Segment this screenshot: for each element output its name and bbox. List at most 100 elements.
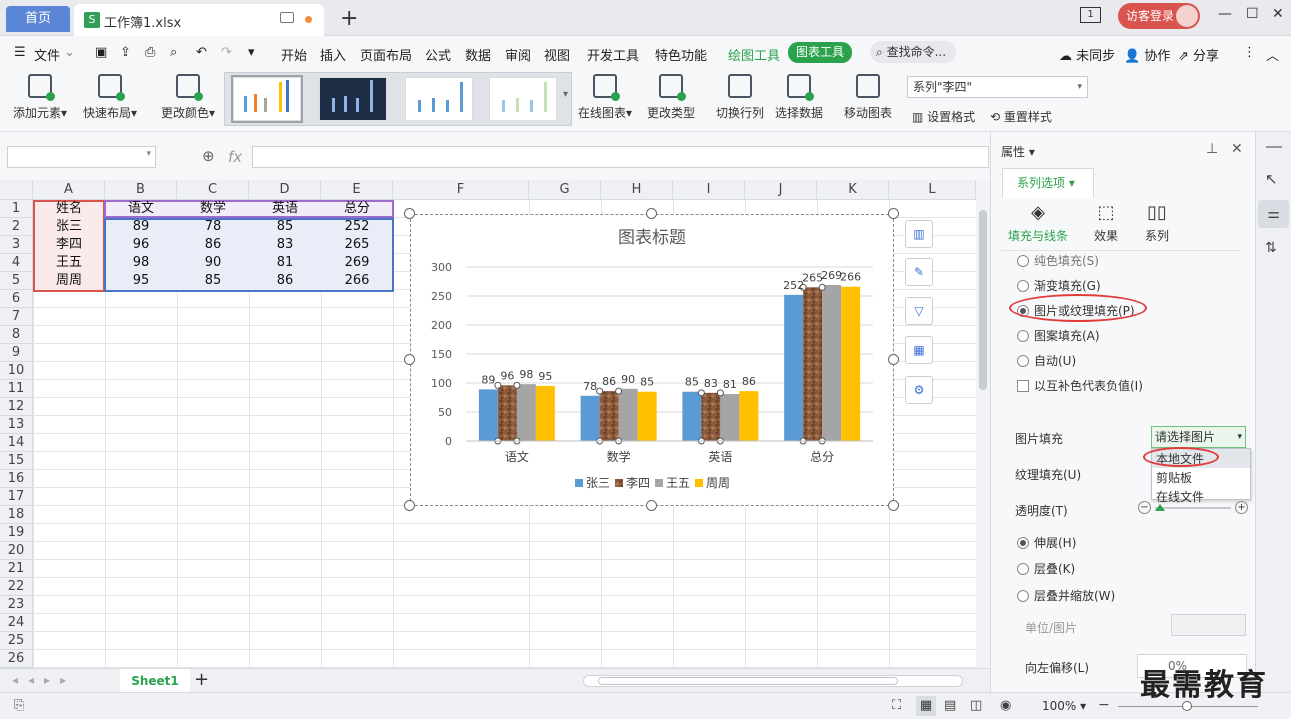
monitor-icon[interactable] <box>280 12 294 23</box>
row-header[interactable]: 22 <box>0 578 33 596</box>
quick-layout-button[interactable]: 快速布局▾ <box>80 74 140 121</box>
fx-icon[interactable]: fx <box>228 148 242 166</box>
menu-page-layout[interactable]: 页面布局 <box>360 45 412 64</box>
table-cell[interactable]: 86 <box>177 236 249 254</box>
pin-icon[interactable]: ⊥ <box>1206 141 1218 157</box>
chart-bar-李四[interactable] <box>599 391 619 441</box>
table-cell[interactable]: 90 <box>177 254 249 272</box>
sync-status[interactable]: ☁ 未同步 <box>1059 45 1115 64</box>
zoom-slider[interactable] <box>1118 701 1258 711</box>
row-header[interactable]: 10 <box>0 362 33 380</box>
zoom-level[interactable]: 100% ▾ <box>1042 699 1086 713</box>
col-header-k[interactable]: K <box>817 180 889 200</box>
legend-swatch[interactable] <box>615 479 623 487</box>
menu-developer[interactable]: 开发工具 <box>587 45 639 64</box>
row-header[interactable]: 7 <box>0 308 33 326</box>
resize-handle-nw[interactable] <box>404 208 415 219</box>
table-cell[interactable]: 98 <box>105 254 177 272</box>
row-header[interactable]: 18 <box>0 506 33 524</box>
property-settings-icon[interactable]: ⚌ <box>1258 200 1289 228</box>
transparency-plus-icon[interactable]: + <box>1235 501 1248 514</box>
eye-protect-icon[interactable]: ◉ <box>1000 698 1011 713</box>
chart-bar-李四[interactable] <box>701 392 721 441</box>
zoom-out-icon[interactable]: − <box>1098 697 1110 713</box>
print-icon[interactable]: ⎙ <box>145 45 155 60</box>
chart-bar-李四[interactable] <box>803 287 823 441</box>
radio-auto-fill[interactable] <box>1017 355 1029 367</box>
col-header-d[interactable]: D <box>249 180 321 200</box>
picture-fill-select[interactable]: 请选择图片 ▾ <box>1151 426 1246 448</box>
resize-handle-se[interactable] <box>888 500 899 511</box>
option-solid-fill[interactable]: 纯色填充(S) <box>1017 252 1099 269</box>
option-gradient-fill[interactable]: 渐变填充(G) <box>1017 277 1101 294</box>
minimize-icon[interactable]: — <box>1218 6 1232 22</box>
table-cell[interactable]: 89 <box>105 218 177 236</box>
table-cell[interactable]: 张三 <box>33 218 105 236</box>
table-cell[interactable]: 96 <box>105 236 177 254</box>
row-header[interactable]: 21 <box>0 560 33 578</box>
resize-handle-w[interactable] <box>404 354 415 365</box>
table-cell[interactable]: 81 <box>249 254 321 272</box>
table-cell[interactable]: 83 <box>249 236 321 254</box>
table-cell[interactable]: 85 <box>177 272 249 290</box>
row-header[interactable]: 13 <box>0 416 33 434</box>
chart-settings-gear-icon[interactable]: ⚙ <box>905 376 933 404</box>
chart-style-brush-icon[interactable]: ✎ <box>905 258 933 286</box>
series-selector[interactable]: 系列"李四" ▾ <box>907 76 1088 98</box>
col-header-b[interactable]: B <box>105 180 177 200</box>
row-header[interactable]: 20 <box>0 542 33 560</box>
legend-entry[interactable]: 张三 <box>586 476 610 490</box>
resize-handle-ne[interactable] <box>888 208 899 219</box>
table-cell[interactable]: 数学 <box>177 200 249 218</box>
online-chart-button[interactable]: 在线图表▾ <box>575 74 635 121</box>
more-icon[interactable]: ⋮ <box>1243 45 1256 60</box>
legend-swatch[interactable] <box>695 479 703 487</box>
menu-view[interactable]: 视图 <box>544 45 570 64</box>
transparency-slider-thumb[interactable] <box>1155 504 1165 511</box>
zoom-formula-icon[interactable]: ⊕ <box>202 147 215 165</box>
row-header[interactable]: 3 <box>0 236 33 254</box>
option-invert-negative[interactable]: 以互补色代表负值(I) <box>1017 377 1143 394</box>
row-header[interactable]: 16 <box>0 470 33 488</box>
horizontal-scrollbar[interactable] <box>583 675 963 687</box>
home-tab[interactable]: 首页 <box>6 6 70 32</box>
change-type-button[interactable]: 更改类型 <box>644 74 698 121</box>
horizontal-scroll-thumb[interactable] <box>598 677 898 685</box>
close-icon[interactable]: ✕ <box>1272 6 1284 22</box>
row-header[interactable]: 8 <box>0 326 33 344</box>
add-sheet-icon[interactable]: + <box>194 669 209 690</box>
chart-elements-icon[interactable]: ▥ <box>905 220 933 248</box>
chart-bar-王五[interactable] <box>822 284 842 441</box>
row-header[interactable]: 6 <box>0 290 33 308</box>
resize-handle-sw[interactable] <box>404 500 415 511</box>
column-chart[interactable]: 图表标题 0 50 100 150 200 250 300 89 96 98 95 语文 78 86 90… <box>411 215 893 505</box>
formula-input[interactable] <box>252 146 989 168</box>
panel-title[interactable]: 属性 ▾ <box>1001 143 1035 160</box>
select-data-button[interactable]: 选择数据 <box>772 74 826 121</box>
menu-draw-tools[interactable]: 绘图工具 <box>728 45 780 64</box>
share-button[interactable]: ⇗ 分享 <box>1178 45 1219 64</box>
legend-swatch[interactable] <box>655 479 663 487</box>
new-tab-icon[interactable]: + <box>340 6 358 31</box>
chart-area[interactable]: 图表标题 0 50 100 150 200 250 300 89 96 98 95 语文 78 86 90… <box>410 214 894 506</box>
col-header-g[interactable]: G <box>529 180 601 200</box>
collapse-ribbon-icon[interactable]: ︿ <box>1266 45 1279 64</box>
col-header-f[interactable]: F <box>393 180 529 200</box>
resize-handle-s[interactable] <box>646 500 657 511</box>
resize-handle-n[interactable] <box>646 208 657 219</box>
col-header-a[interactable]: A <box>33 180 105 200</box>
table-cell[interactable]: 86 <box>249 272 321 290</box>
menu-data[interactable]: 数据 <box>465 45 491 64</box>
undo-icon[interactable]: ↶ <box>196 45 207 60</box>
move-chart-button[interactable]: 移动图表 <box>841 74 895 121</box>
chart-bar-周周[interactable] <box>739 391 759 441</box>
save-icon[interactable]: ▣ <box>95 45 107 60</box>
change-color-button[interactable]: 更改颜色▾ <box>158 74 218 121</box>
col-header-l[interactable]: L <box>889 180 976 200</box>
chart-filter-icon[interactable]: ▽ <box>905 297 933 325</box>
option-auto-fill[interactable]: 自动(U) <box>1017 352 1076 369</box>
collab-button[interactable]: 👤 协作 <box>1124 45 1170 64</box>
sheet-nav-arrows-icon[interactable]: ◂◂▸▸ <box>12 673 76 687</box>
menu-review[interactable]: 审阅 <box>505 45 531 64</box>
online-chart-side-icon[interactable]: ▦ <box>905 336 933 364</box>
